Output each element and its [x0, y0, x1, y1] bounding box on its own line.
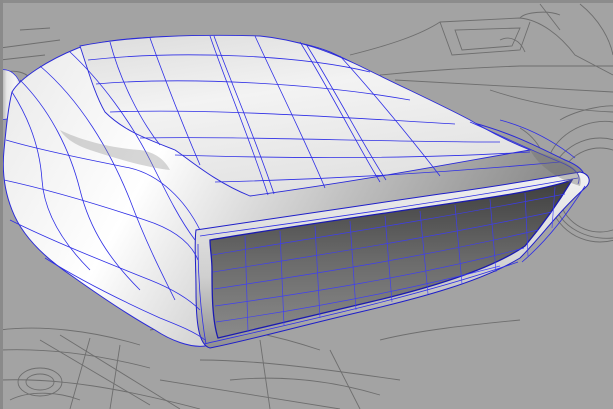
- car-body-model[interactable]: [2, 34, 590, 349]
- viewport-border-top: [0, 0, 613, 3]
- viewport-canvas[interactable]: [0, 0, 613, 409]
- viewport-border-left: [0, 0, 3, 409]
- 3d-viewport[interactable]: [0, 0, 613, 409]
